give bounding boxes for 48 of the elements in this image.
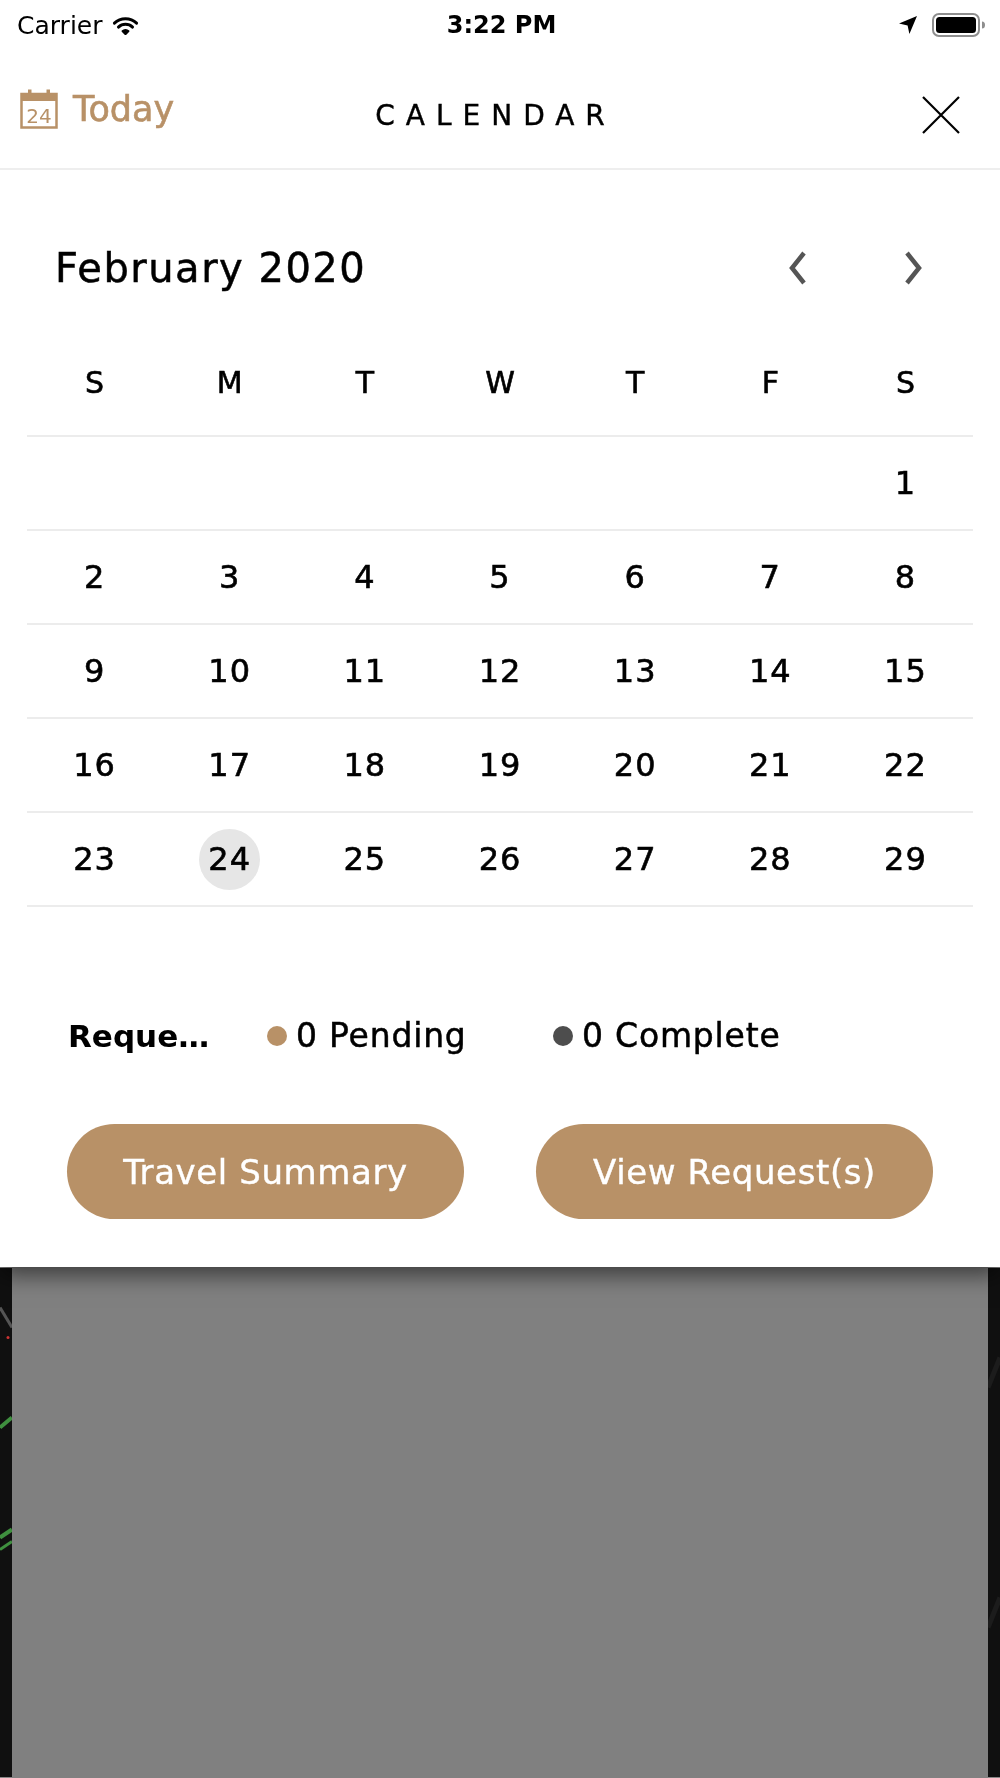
day-number[interactable]: 19 (478, 746, 522, 784)
carrier-label: Carrier (17, 10, 103, 40)
day-number[interactable]: 14 (748, 652, 792, 690)
day-number[interactable]: 24 (199, 828, 261, 890)
location-arrow-icon (898, 15, 918, 35)
month-title: February 2020 (55, 245, 368, 291)
day-number[interactable]: 9 (83, 652, 106, 690)
calendar-icon: 24 (20, 89, 58, 129)
day-number[interactable]: 11 (343, 652, 387, 690)
day-number[interactable]: 13 (613, 652, 657, 690)
day-number[interactable]: 3 (219, 558, 241, 596)
weekday-label: S (895, 366, 915, 400)
day-number[interactable]: 21 (748, 746, 792, 784)
day-number[interactable]: 29 (884, 840, 927, 878)
weekday-label: W (485, 366, 515, 400)
day-number[interactable]: 26 (478, 840, 522, 878)
day-number[interactable]: 8 (894, 558, 917, 596)
day-number[interactable]: 2 (83, 558, 106, 596)
day-number[interactable]: 28 (748, 840, 792, 878)
day-number[interactable]: 27 (613, 840, 657, 878)
day-number[interactable]: 18 (343, 746, 387, 784)
legend-label: 0 Pending (296, 1016, 467, 1056)
weekday-label: M (216, 366, 243, 400)
day-number[interactable]: 7 (759, 558, 781, 596)
day-number[interactable]: 16 (73, 746, 116, 784)
day-number[interactable]: 6 (624, 558, 646, 596)
status-time: 3:22 PM (446, 11, 557, 39)
day-number[interactable]: 25 (343, 840, 387, 878)
weekday-label: S (85, 366, 105, 400)
day-number[interactable]: 17 (208, 746, 252, 784)
close-icon[interactable] (922, 96, 960, 134)
day-number[interactable]: 5 (489, 558, 511, 596)
screen-title: CALENDAR (375, 98, 616, 132)
day-number[interactable]: 10 (208, 652, 252, 690)
battery-icon (932, 13, 986, 37)
day-number[interactable]: 23 (73, 840, 116, 878)
weekday-label: F (761, 366, 779, 400)
weekday-label: T (355, 366, 374, 400)
wifi-icon (111, 15, 139, 35)
day-number[interactable]: 12 (478, 652, 522, 690)
legend-title: Reque… (68, 1017, 211, 1056)
day-number[interactable]: 20 (613, 746, 657, 784)
legend-label: 0 Complete (582, 1016, 781, 1056)
day-number[interactable]: 15 (884, 652, 927, 690)
weekday-label: T (625, 366, 645, 400)
day-number[interactable]: 22 (884, 746, 927, 784)
day-number[interactable]: 4 (354, 558, 376, 596)
day-number[interactable]: 1 (894, 464, 917, 502)
